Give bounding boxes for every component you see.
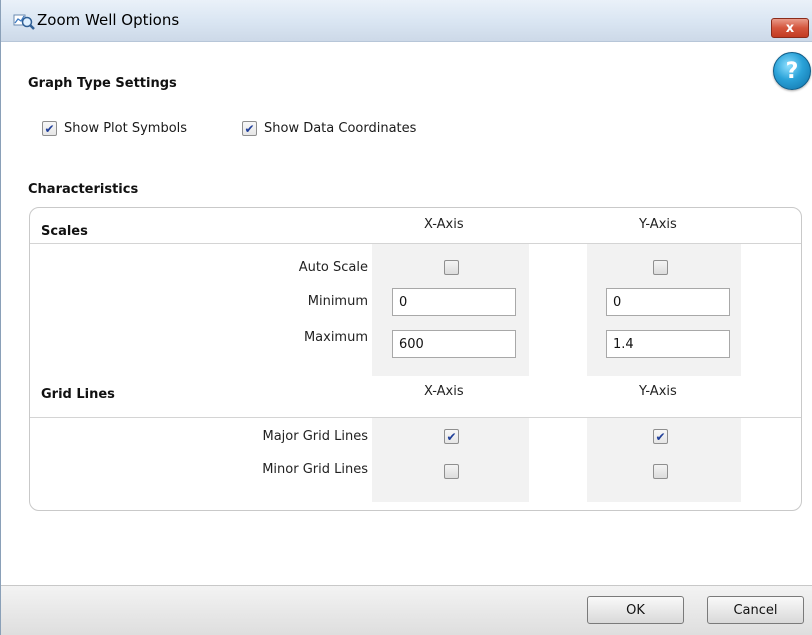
close-icon: x	[785, 20, 795, 36]
help-button[interactable]: ?	[773, 52, 811, 90]
major-grid-y-checkbox[interactable]: ✔	[653, 429, 668, 444]
characteristics-panel: Scales X-Axis Y-Axis Auto Scale Minimum …	[29, 207, 802, 511]
major-grid-lines-label: Major Grid Lines	[262, 429, 368, 444]
window-title: Zoom Well Options	[37, 11, 180, 29]
title-bar: Zoom Well Options x	[1, 0, 812, 42]
show-plot-symbols-label: Show Plot Symbols	[64, 121, 188, 136]
dialog-footer	[1, 585, 812, 635]
zoom-well-options-dialog: Zoom Well Options x ? Graph Type Setting…	[0, 0, 812, 635]
scales-y-axis-header: Y-Axis	[639, 217, 677, 232]
grid-x-axis-header: X-Axis	[424, 384, 464, 399]
minimum-x-input[interactable]	[392, 288, 516, 316]
maximum-label: Maximum	[303, 330, 368, 345]
minimum-label: Minimum	[307, 294, 368, 309]
maximum-y-input[interactable]	[606, 330, 730, 358]
zoom-magnifier-icon	[13, 13, 35, 31]
scales-heading: Scales	[41, 224, 88, 239]
show-data-coordinates-checkbox[interactable]: ✔	[242, 121, 257, 136]
grid-y-axis-header: Y-Axis	[639, 384, 677, 399]
show-plot-symbols-checkbox[interactable]: ✔	[42, 121, 57, 136]
show-data-coordinates-label: Show Data Coordinates	[264, 121, 417, 136]
show-plot-symbols-option[interactable]: ✔ Show Plot Symbols	[42, 121, 187, 136]
auto-scale-label: Auto Scale	[298, 260, 368, 275]
graph-type-settings-heading: Graph Type Settings	[28, 76, 177, 91]
scales-x-axis-header: X-Axis	[424, 217, 464, 232]
minimum-y-input[interactable]	[606, 288, 730, 316]
auto-scale-y-checkbox[interactable]	[653, 260, 668, 275]
auto-scale-x-checkbox[interactable]	[444, 260, 459, 275]
help-icon: ?	[785, 58, 799, 84]
cancel-button[interactable]: Cancel	[707, 596, 804, 624]
scales-divider	[30, 243, 801, 244]
minor-grid-lines-label: Minor Grid Lines	[262, 462, 368, 477]
grid-lines-divider	[30, 417, 801, 418]
maximum-x-input[interactable]	[392, 330, 516, 358]
grid-lines-heading: Grid Lines	[41, 387, 115, 402]
minor-grid-x-checkbox[interactable]	[444, 464, 459, 479]
ok-button[interactable]: OK	[587, 596, 684, 624]
characteristics-heading: Characteristics	[28, 182, 139, 197]
major-grid-x-checkbox[interactable]: ✔	[444, 429, 459, 444]
minor-grid-y-checkbox[interactable]	[653, 464, 668, 479]
close-button[interactable]: x	[771, 18, 809, 38]
show-data-coordinates-option[interactable]: ✔ Show Data Coordinates	[242, 121, 416, 136]
